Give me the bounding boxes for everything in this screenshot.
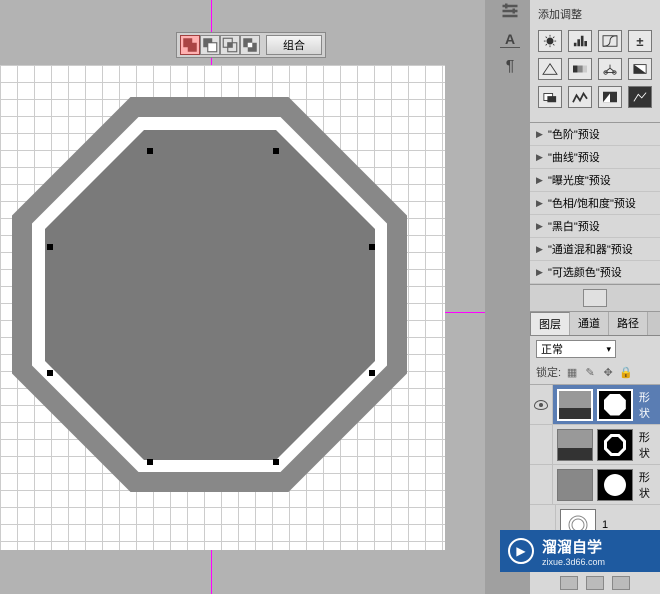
exposure-icon[interactable]: ± (628, 30, 652, 52)
transform-handle[interactable] (147, 148, 153, 154)
vibrance-icon[interactable] (538, 58, 562, 80)
layer-panel-footer (560, 576, 630, 590)
expand-arrow-icon: ▶ (536, 221, 546, 232)
transform-handle[interactable] (147, 459, 153, 465)
blend-mode-row: 正常 ▾ (530, 336, 660, 362)
layer-thumbnail[interactable] (557, 429, 593, 461)
transform-handle[interactable] (47, 244, 53, 250)
expand-arrow-icon: ▶ (536, 198, 546, 209)
shape-octagon-inner[interactable] (45, 130, 375, 460)
layer-label: 形状 (633, 389, 658, 421)
expand-arrow-icon: ▶ (536, 175, 546, 186)
character-panel-icon[interactable]: A (500, 30, 520, 48)
adjustment-footer (530, 284, 660, 312)
lock-position-icon[interactable]: ✥ (601, 365, 615, 379)
layer-thumbnail[interactable] (557, 469, 593, 501)
link-layers-icon[interactable] (560, 576, 578, 590)
transform-handle[interactable] (47, 370, 53, 376)
curves-icon[interactable] (598, 30, 622, 52)
channel-mixer-icon[interactable] (568, 86, 592, 108)
layer-row[interactable]: 形状 (530, 385, 660, 425)
path-subtract-button[interactable] (200, 35, 220, 55)
layer-thumbnail[interactable] (557, 389, 593, 421)
layer-effects-icon[interactable] (586, 576, 604, 590)
watermark-domain: zixue.3d66.com (542, 557, 605, 567)
eye-icon (534, 400, 548, 410)
paragraph-panel-icon[interactable]: ¶ (500, 58, 520, 76)
preset-levels[interactable]: ▶"色阶"预设 (530, 123, 660, 146)
layer-row[interactable]: 形状 (530, 425, 660, 465)
tab-paths[interactable]: 路径 (609, 312, 648, 335)
photo-filter-icon[interactable] (538, 86, 562, 108)
right-panels: 添加调整 ± ▶"色阶"预设 ▶"曲线"预设 ▶"曝光度"预设 ▶"色相/饱和度… (530, 0, 660, 594)
add-mask-icon[interactable] (612, 576, 630, 590)
preset-black-white[interactable]: ▶"黑白"预设 (530, 215, 660, 238)
path-intersect-button[interactable] (220, 35, 240, 55)
layer-mask-thumbnail[interactable] (597, 389, 633, 421)
expand-arrow-icon: ▶ (536, 129, 546, 140)
combine-label: 组合 (283, 37, 305, 53)
path-combine-toolbar: 组合 (176, 32, 326, 58)
panel-tabs: 图层 通道 路径 (530, 312, 660, 336)
layer-row[interactable]: 形状 (530, 465, 660, 505)
lock-all-icon[interactable]: 🔒 (619, 365, 633, 379)
canvas-area[interactable]: 组合 (0, 0, 485, 594)
black-white-icon[interactable] (628, 58, 652, 80)
layer-mask-thumbnail[interactable] (597, 429, 633, 461)
path-exclude-button[interactable] (240, 35, 260, 55)
artboard[interactable] (0, 65, 445, 550)
adjustment-icon-grid: ± (530, 30, 660, 122)
play-icon: ▶ (508, 538, 534, 564)
panel-toggle-icons: A ¶ (497, 0, 523, 90)
preset-list: ▶"色阶"预设 ▶"曲线"预设 ▶"曝光度"预设 ▶"色相/饱和度"预设 ▶"黑… (530, 122, 660, 284)
lock-transparency-icon[interactable]: ▦ (565, 365, 579, 379)
threshold-icon[interactable] (628, 86, 652, 108)
watermark: ▶ 溜溜自学 zixue.3d66.com (500, 530, 660, 572)
brightness-contrast-icon[interactable] (538, 30, 562, 52)
chevron-down-icon: ▾ (606, 344, 611, 355)
levels-icon[interactable] (568, 30, 592, 52)
lock-row: 锁定: ▦ ✎ ✥ 🔒 (530, 362, 660, 385)
tab-channels[interactable]: 通道 (570, 312, 609, 335)
tab-layers[interactable]: 图层 (530, 312, 570, 335)
transform-handle[interactable] (273, 148, 279, 154)
preset-selective-color[interactable]: ▶"可选颜色"预设 (530, 261, 660, 284)
lock-label: 锁定: (536, 364, 561, 380)
layer-mask-thumbnail[interactable] (597, 469, 633, 501)
preset-channel-mixer[interactable]: ▶"通道混和器"预设 (530, 238, 660, 261)
layer-label: 形状 (633, 429, 658, 461)
layer-label: 1 (596, 519, 608, 531)
watermark-brand: 溜溜自学 (542, 536, 605, 557)
clip-to-layer-icon[interactable] (583, 289, 607, 307)
expand-arrow-icon: ▶ (536, 152, 546, 163)
combine-button[interactable]: 组合 (266, 35, 322, 55)
transform-handle[interactable] (369, 370, 375, 376)
visibility-toggle[interactable] (530, 465, 553, 504)
adjustment-panel-icon[interactable] (500, 2, 520, 20)
color-balance-icon[interactable] (598, 58, 622, 80)
hue-sat-icon[interactable] (568, 58, 592, 80)
blend-mode-select[interactable]: 正常 ▾ (536, 340, 616, 358)
expand-arrow-icon: ▶ (536, 244, 546, 255)
expand-arrow-icon: ▶ (536, 267, 546, 278)
transform-handle[interactable] (273, 459, 279, 465)
visibility-toggle[interactable] (530, 425, 553, 464)
preset-curves[interactable]: ▶"曲线"预设 (530, 146, 660, 169)
layers-list: 形状 形状 形状 (530, 385, 660, 545)
preset-exposure[interactable]: ▶"曝光度"预设 (530, 169, 660, 192)
posterize-icon[interactable] (598, 86, 622, 108)
visibility-toggle[interactable] (530, 385, 553, 424)
transform-handle[interactable] (369, 244, 375, 250)
lock-pixels-icon[interactable]: ✎ (583, 365, 597, 379)
layer-label: 形状 (633, 469, 658, 501)
path-add-button[interactable] (180, 35, 200, 55)
adjustments-title: 添加调整 (530, 0, 660, 30)
preset-hue-saturation[interactable]: ▶"色相/饱和度"预设 (530, 192, 660, 215)
